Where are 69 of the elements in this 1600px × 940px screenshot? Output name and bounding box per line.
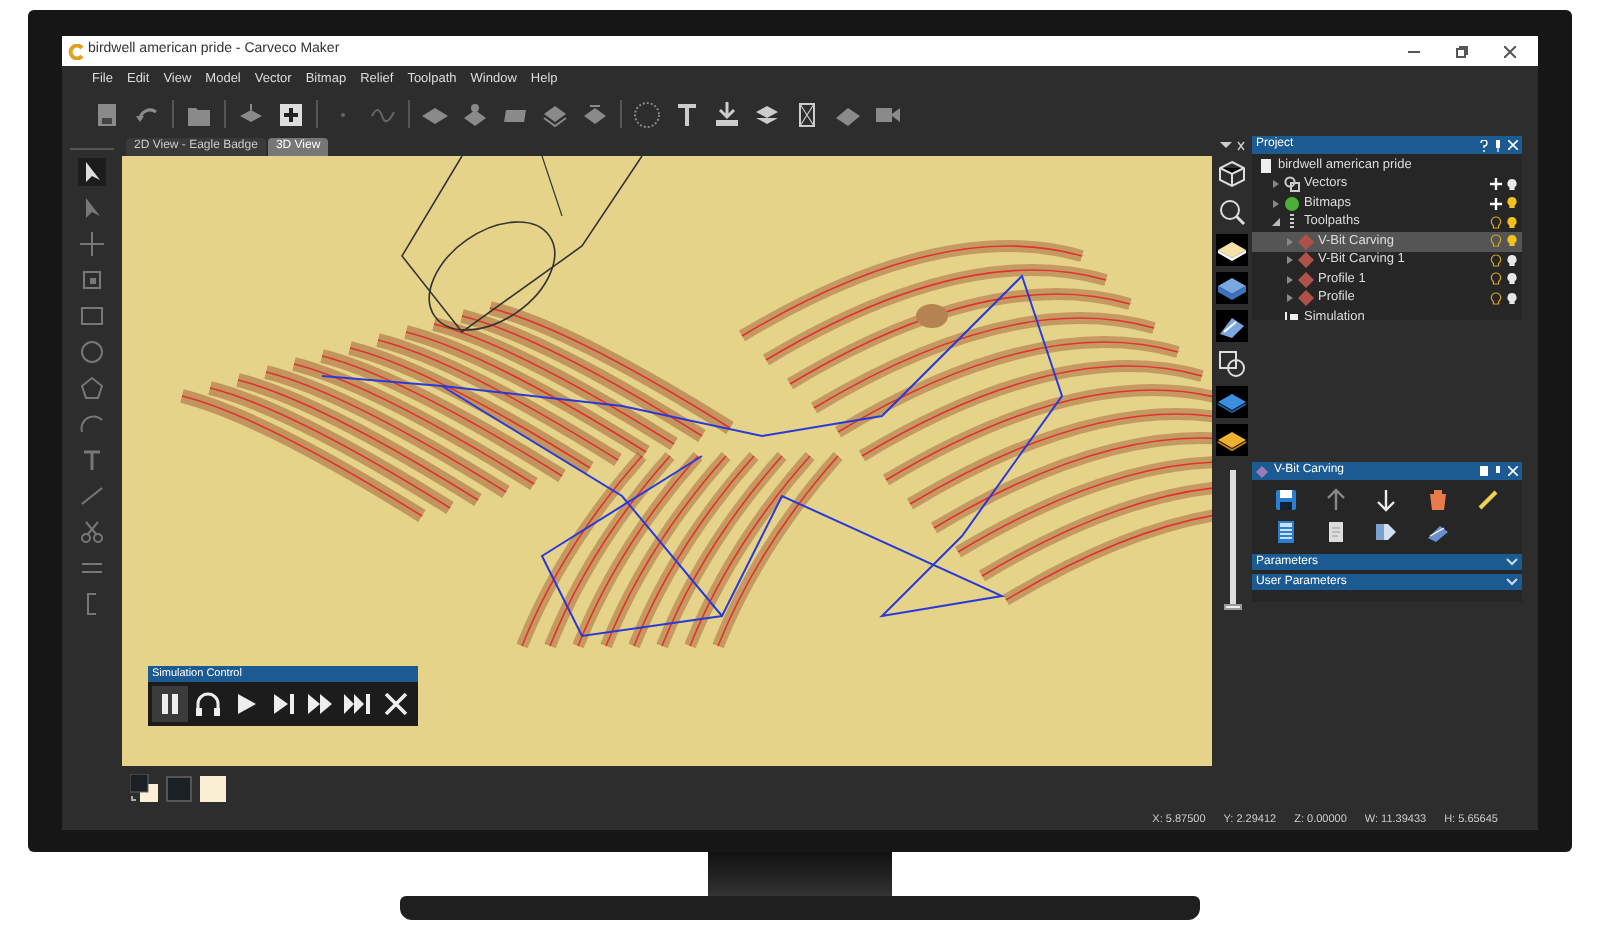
expand-arrow-icon[interactable] [1286,256,1294,265]
lightbulb-icon[interactable] [1506,272,1518,287]
add-icon[interactable] [1490,197,1502,210]
document-icon [1258,157,1274,174]
restore-icon[interactable] [1456,45,1468,57]
lightbulb-icon[interactable] [1506,177,1518,192]
expand-arrow-icon[interactable] [1286,275,1294,284]
expand-arrow-icon[interactable] [1272,199,1280,208]
rectangle-icon[interactable] [78,302,106,330]
overlap-icon[interactable] [1216,348,1248,380]
vector-icon [1284,176,1300,193]
import-icon[interactable] [712,99,742,129]
layer-icon[interactable] [1216,386,1248,418]
relief-icon[interactable] [460,99,490,129]
slider-thumb[interactable] [1223,604,1241,610]
bitmap-icon [1284,195,1300,212]
move-icon[interactable] [78,230,106,258]
slab-icon[interactable] [1216,234,1248,266]
cone-tool-icon[interactable] [1374,520,1399,544]
dark-color-swatch[interactable] [166,775,192,801]
pencil-icon[interactable] [1476,488,1501,512]
calculator-icon[interactable] [1273,520,1298,544]
dotted-circle-icon[interactable] [632,99,662,129]
lightbulb-icon[interactable] [1506,215,1518,230]
light-color-swatch[interactable] [200,775,226,801]
relief-icon[interactable] [580,99,610,129]
pin-icon[interactable] [1494,466,1502,476]
chevron-down-icon[interactable] [1506,578,1518,586]
lightbulb-icon[interactable] [1506,196,1518,211]
pin-icon[interactable] [1494,139,1502,151]
close-icon [380,688,413,720]
dropdown-icon[interactable] [1218,140,1246,152]
add-icon[interactable] [276,99,306,129]
headset-icon [191,688,224,720]
scissors-icon[interactable] [78,518,106,546]
up-arrow-icon[interactable] [1324,488,1349,512]
fast-forward-icon [304,688,337,720]
line-icon[interactable] [78,482,106,510]
expand-arrow-icon[interactable] [1286,294,1294,303]
color-swap-icon[interactable] [130,774,158,802]
layer-icon[interactable] [1216,424,1248,456]
circle-icon[interactable] [78,338,106,366]
text-icon[interactable] [672,99,702,129]
drill-bit-icon [1284,214,1300,231]
polygon-icon[interactable] [78,374,106,402]
minimize-icon[interactable] [1408,45,1420,57]
vector-block-icon[interactable] [1216,310,1248,342]
close-icon[interactable] [1504,45,1516,57]
relief-block-icon[interactable] [1216,272,1248,304]
down-arrow-icon[interactable] [1374,488,1399,512]
save-icon[interactable] [92,99,122,129]
document-icon[interactable] [1324,520,1349,544]
toolpath-preview-icon[interactable] [1425,520,1450,544]
trash-bin-icon[interactable] [1425,488,1450,512]
app-logo-icon [68,43,84,59]
pointer-icon[interactable] [78,158,106,186]
arc-icon[interactable] [78,410,106,438]
chevron-down-icon[interactable] [1506,558,1518,566]
pause-button[interactable] [152,686,188,722]
zoom-icon[interactable] [1216,196,1248,228]
help-icon[interactable] [1480,139,1488,151]
lightbulb-icon[interactable] [1506,291,1518,306]
cube-view-icon[interactable] [1216,158,1248,190]
transform-icon[interactable] [78,266,106,294]
lightbulb-icon[interactable] [1506,253,1518,268]
skip-to-end-icon [342,688,375,720]
expand-arrow-icon[interactable] [1272,180,1280,189]
add-icon[interactable] [1490,178,1502,191]
collapse-arrow-icon[interactable] [1272,218,1280,227]
